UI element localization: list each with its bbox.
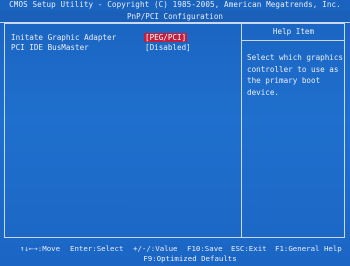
key-general-help: F1:General Help	[275, 244, 342, 253]
key-legend: ↑↓←→:Move Enter:Select +/-/:Value F10:Sa…	[0, 242, 350, 266]
key-exit: ESC:Exit	[231, 244, 267, 253]
help-title: Help Item	[272, 27, 315, 36]
panel-divider	[241, 24, 242, 237]
option-initiate-graphic-adapter[interactable]: Initate Graphic Adapter [PEG/PCI]	[11, 33, 236, 42]
key-value: +/-/:Value	[133, 244, 178, 253]
help-separator	[242, 40, 344, 41]
help-line: controller to use as	[247, 64, 339, 74]
main-frame: Initate Graphic Adapter [PEG/PCI] PCI ID…	[4, 23, 345, 238]
option-value-graphic-adapter[interactable]: [PEG/PCI]	[144, 33, 188, 42]
help-line: the primary boot	[247, 76, 321, 85]
key-legend-line-1: ↑↓←→:Move Enter:Select +/-/:Value F10:Sa…	[0, 244, 350, 254]
key-optimized-defaults: F9:Optimized Defaults	[143, 254, 237, 263]
key-select: Enter:Select	[70, 244, 124, 253]
option-pci-ide-busmaster[interactable]: PCI IDE BusMaster [Disabled]	[11, 43, 236, 52]
option-label: Initate Graphic Adapter	[11, 33, 117, 42]
option-label: PCI IDE BusMaster	[11, 43, 89, 52]
page-title: PnP/PCI Configuration	[0, 11, 350, 23]
help-text: Select which graphics controller to use …	[247, 52, 344, 98]
option-value-busmaster[interactable]: [Disabled]	[144, 43, 192, 52]
bios-screen: CMOS Setup Utility - Copyright (C) 1985-…	[0, 0, 350, 266]
bios-title: CMOS Setup Utility - Copyright (C) 1985-…	[9, 0, 341, 9]
help-line: Select which graphics	[247, 53, 344, 62]
key-save: F10:Save	[187, 244, 223, 253]
help-line: device.	[247, 87, 280, 97]
key-move: ↑↓←→:Move	[20, 244, 61, 253]
